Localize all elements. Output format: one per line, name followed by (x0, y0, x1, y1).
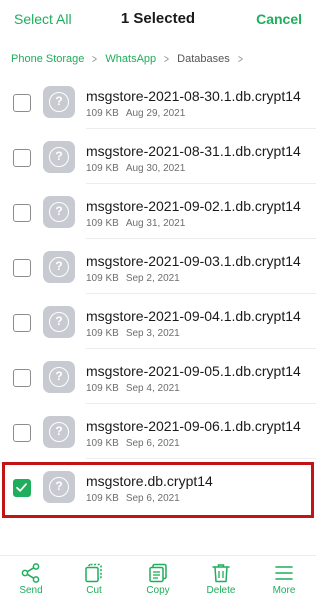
file-name: msgstore-2021-09-05.1.db.crypt14 (86, 363, 301, 379)
file-size: 109 KB (86, 438, 119, 449)
file-row[interactable]: ? msgstore-2021-09-04.1.db.crypt14 109 K… (0, 294, 316, 349)
copy-icon (149, 563, 167, 583)
file-date: Sep 6, 2021 (125, 438, 180, 449)
file-meta: 109 KB Sep 3, 2021 (86, 328, 180, 339)
unknown-file-icon: ? (43, 141, 75, 173)
copy-label: Copy (146, 585, 170, 596)
share-icon (21, 563, 40, 583)
file-name: msgstore-2021-09-02.1.db.crypt14 (86, 198, 301, 214)
file-date: Sep 2, 2021 (125, 273, 180, 284)
file-size: 109 KB (86, 273, 119, 284)
file-name: msgstore-2021-09-04.1.db.crypt14 (86, 308, 301, 324)
file-meta: 109 KB Aug 30, 2021 (86, 163, 185, 174)
breadcrumb-phone-storage[interactable]: Phone Storage (11, 53, 84, 65)
unknown-file-icon: ? (43, 86, 75, 118)
file-meta: 109 KB Aug 31, 2021 (86, 218, 185, 229)
cut-button[interactable]: Cut (64, 556, 124, 600)
send-button[interactable]: Send (1, 556, 61, 600)
file-checkbox[interactable] (13, 424, 31, 442)
checkmark-icon (16, 483, 27, 492)
file-row-selected[interactable]: ? msgstore.db.crypt14 109 KB Sep 6, 2021 (0, 459, 316, 514)
file-checkbox[interactable] (13, 369, 31, 387)
breadcrumb-separator: > (164, 52, 170, 66)
cancel-button[interactable]: Cancel (256, 11, 302, 27)
unknown-file-icon: ? (43, 196, 75, 228)
file-date: Aug 30, 2021 (125, 163, 186, 174)
file-name: msgstore-2021-09-06.1.db.crypt14 (86, 418, 301, 434)
delete-button[interactable]: Delete (191, 556, 251, 600)
file-checkbox[interactable] (13, 259, 31, 277)
file-name: msgstore-2021-09-03.1.db.crypt14 (86, 253, 301, 269)
file-size: 109 KB (86, 108, 119, 119)
cut-icon (85, 563, 102, 583)
file-name: msgstore.db.crypt14 (86, 473, 213, 489)
file-name: msgstore-2021-08-30.1.db.crypt14 (86, 88, 301, 104)
file-checkbox-checked[interactable] (13, 479, 31, 497)
unknown-file-icon: ? (43, 251, 75, 283)
file-row[interactable]: ? msgstore-2021-09-05.1.db.crypt14 109 K… (0, 349, 316, 404)
file-row[interactable]: ? msgstore-2021-09-06.1.db.crypt14 109 K… (0, 404, 316, 459)
file-checkbox[interactable] (13, 204, 31, 222)
breadcrumb: Phone Storage > WhatsApp > Databases > (11, 51, 251, 67)
header: Select All 1 Selected Cancel (0, 0, 316, 40)
file-meta: 109 KB Sep 4, 2021 (86, 383, 180, 394)
more-label: More (272, 585, 296, 596)
file-size: 109 KB (86, 493, 119, 504)
unknown-file-icon: ? (43, 416, 75, 448)
menu-icon (275, 566, 293, 580)
file-date: Aug 31, 2021 (125, 218, 186, 229)
file-meta: 109 KB Sep 6, 2021 (86, 438, 180, 449)
file-size: 109 KB (86, 163, 119, 174)
unknown-file-icon: ? (43, 306, 75, 338)
file-date: Sep 3, 2021 (125, 328, 180, 339)
unknown-file-icon: ? (43, 361, 75, 393)
delete-label: Delete (206, 585, 236, 596)
file-list: ? msgstore-2021-08-30.1.db.crypt14 109 K… (0, 74, 316, 514)
file-row[interactable]: ? msgstore-2021-08-30.1.db.crypt14 109 K… (0, 74, 316, 129)
send-label: Send (19, 585, 43, 596)
file-date: Aug 29, 2021 (125, 108, 186, 119)
more-button[interactable]: More (254, 556, 314, 600)
file-date: Sep 6, 2021 (125, 493, 180, 504)
breadcrumb-databases: Databases (177, 53, 230, 65)
file-name: msgstore-2021-08-31.1.db.crypt14 (86, 143, 301, 159)
file-size: 109 KB (86, 328, 119, 339)
file-row[interactable]: ? msgstore-2021-09-03.1.db.crypt14 109 K… (0, 239, 316, 294)
file-date: Sep 4, 2021 (125, 383, 180, 394)
file-row[interactable]: ? msgstore-2021-09-02.1.db.crypt14 109 K… (0, 184, 316, 239)
file-meta: 109 KB Aug 29, 2021 (86, 108, 185, 119)
cut-label: Cut (86, 585, 102, 596)
file-checkbox[interactable] (13, 94, 31, 112)
breadcrumb-separator: > (92, 52, 98, 66)
file-row[interactable]: ? msgstore-2021-08-31.1.db.crypt14 109 K… (0, 129, 316, 184)
breadcrumb-whatsapp[interactable]: WhatsApp (105, 53, 156, 65)
copy-button[interactable]: Copy (128, 556, 188, 600)
file-size: 109 KB (86, 218, 119, 229)
breadcrumb-separator: > (237, 52, 243, 66)
file-checkbox[interactable] (13, 149, 31, 167)
file-meta: 109 KB Sep 6, 2021 (86, 493, 180, 504)
unknown-file-icon: ? (43, 471, 75, 503)
bottom-toolbar: Send Cut Copy Delete More (0, 555, 316, 600)
file-size: 109 KB (86, 383, 119, 394)
file-checkbox[interactable] (13, 314, 31, 332)
trash-icon (212, 564, 230, 583)
file-meta: 109 KB Sep 2, 2021 (86, 273, 180, 284)
